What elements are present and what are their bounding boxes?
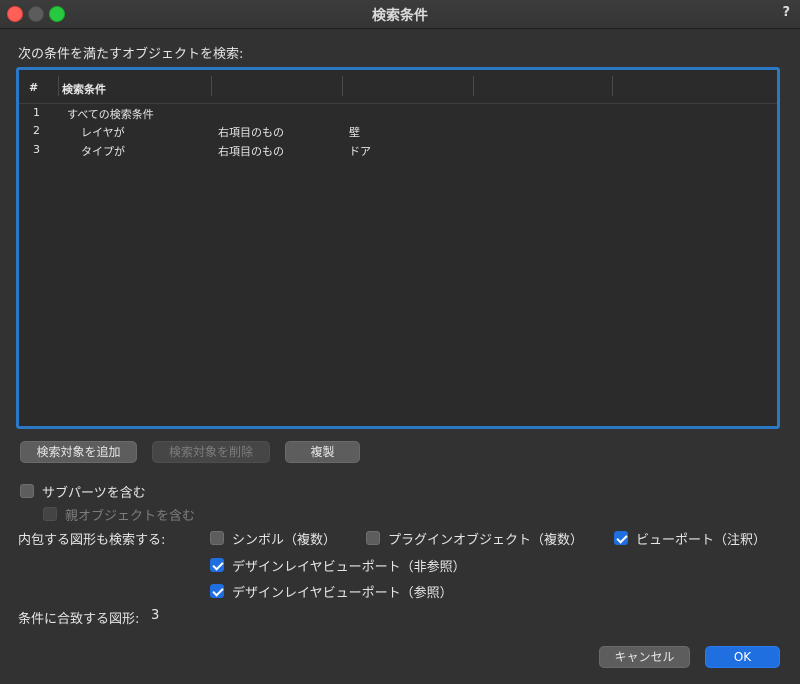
column-divider[interactable] bbox=[211, 76, 212, 96]
criteria-cell: タイプが bbox=[81, 145, 125, 158]
design-layer-viewport-ref-label[interactable]: デザインレイヤビューポート（参照） bbox=[232, 582, 453, 601]
include-parent-label[interactable]: 親オブジェクトを含む bbox=[65, 505, 195, 524]
criteria-table[interactable]: # 検索条件 1 すべての検索条件 2 レイヤが 右項目のもの 壁 3 タイプが… bbox=[16, 67, 780, 429]
table-row[interactable]: 2 レイヤが 右項目のもの 壁 bbox=[19, 122, 777, 142]
row-number: 2 bbox=[33, 124, 40, 137]
table-row[interactable]: 1 すべての検索条件 bbox=[19, 104, 777, 124]
remove-search-target-button[interactable]: 検索対象を削除 bbox=[152, 441, 270, 463]
design-layer-viewport-ref-checkbox[interactable] bbox=[210, 584, 224, 598]
viewport-annotation-checkbox[interactable] bbox=[614, 531, 628, 545]
column-divider[interactable] bbox=[342, 76, 343, 96]
symbols-checkbox[interactable] bbox=[210, 531, 224, 545]
row-number: 3 bbox=[33, 143, 40, 156]
value-cell: ドア bbox=[349, 145, 371, 158]
criteria-prompt: 次の条件を満たすオブジェクトを検索: bbox=[18, 47, 244, 62]
row-number: 1 bbox=[33, 106, 40, 119]
ok-button[interactable]: OK bbox=[705, 646, 780, 668]
symbols-label[interactable]: シンボル（複数） bbox=[232, 529, 336, 548]
criteria-cell: レイヤが bbox=[81, 126, 125, 139]
criteria-cell: すべての検索条件 bbox=[67, 108, 154, 121]
include-parent-checkbox[interactable] bbox=[43, 507, 57, 521]
nested-shapes-label: 内包する図形も検索する: bbox=[18, 533, 166, 548]
include-subparts-checkbox[interactable] bbox=[20, 484, 34, 498]
column-header-criteria[interactable]: 検索条件 bbox=[62, 81, 106, 97]
help-button[interactable]: ? bbox=[782, 5, 790, 20]
column-divider[interactable] bbox=[473, 76, 474, 96]
plugin-objects-label[interactable]: プラグインオブジェクト（複数） bbox=[388, 529, 583, 548]
window-title: 検索条件 bbox=[372, 8, 428, 24]
title-bar: 検索条件 ? bbox=[0, 0, 800, 29]
column-divider[interactable] bbox=[612, 76, 613, 96]
design-layer-viewport-nonref-checkbox[interactable] bbox=[210, 558, 224, 572]
cancel-button[interactable]: キャンセル bbox=[599, 646, 690, 668]
match-count-label: 条件に合致する図形: bbox=[18, 612, 140, 627]
search-criteria-dialog: 検索条件 ? 次の条件を満たすオブジェクトを検索: # 検索条件 1 すべての検… bbox=[0, 0, 800, 684]
add-search-target-button[interactable]: 検索対象を追加 bbox=[20, 441, 137, 463]
table-row[interactable]: 3 タイプが 右項目のもの ドア bbox=[19, 141, 777, 161]
column-divider[interactable] bbox=[58, 76, 59, 96]
match-count-value: 3 bbox=[151, 608, 160, 623]
viewport-annotation-label[interactable]: ビューポート（注釈） bbox=[636, 529, 766, 548]
operator-cell: 右項目のもの bbox=[218, 126, 284, 139]
operator-cell: 右項目のもの bbox=[218, 145, 284, 158]
duplicate-button[interactable]: 複製 bbox=[285, 441, 360, 463]
column-header-number[interactable]: # bbox=[29, 81, 38, 94]
value-cell: 壁 bbox=[349, 126, 360, 139]
design-layer-viewport-nonref-label[interactable]: デザインレイヤビューポート（非参照） bbox=[232, 556, 466, 575]
include-subparts-label[interactable]: サブパーツを含む bbox=[42, 482, 146, 501]
plugin-objects-checkbox[interactable] bbox=[366, 531, 380, 545]
table-header: # 検索条件 bbox=[19, 70, 777, 104]
